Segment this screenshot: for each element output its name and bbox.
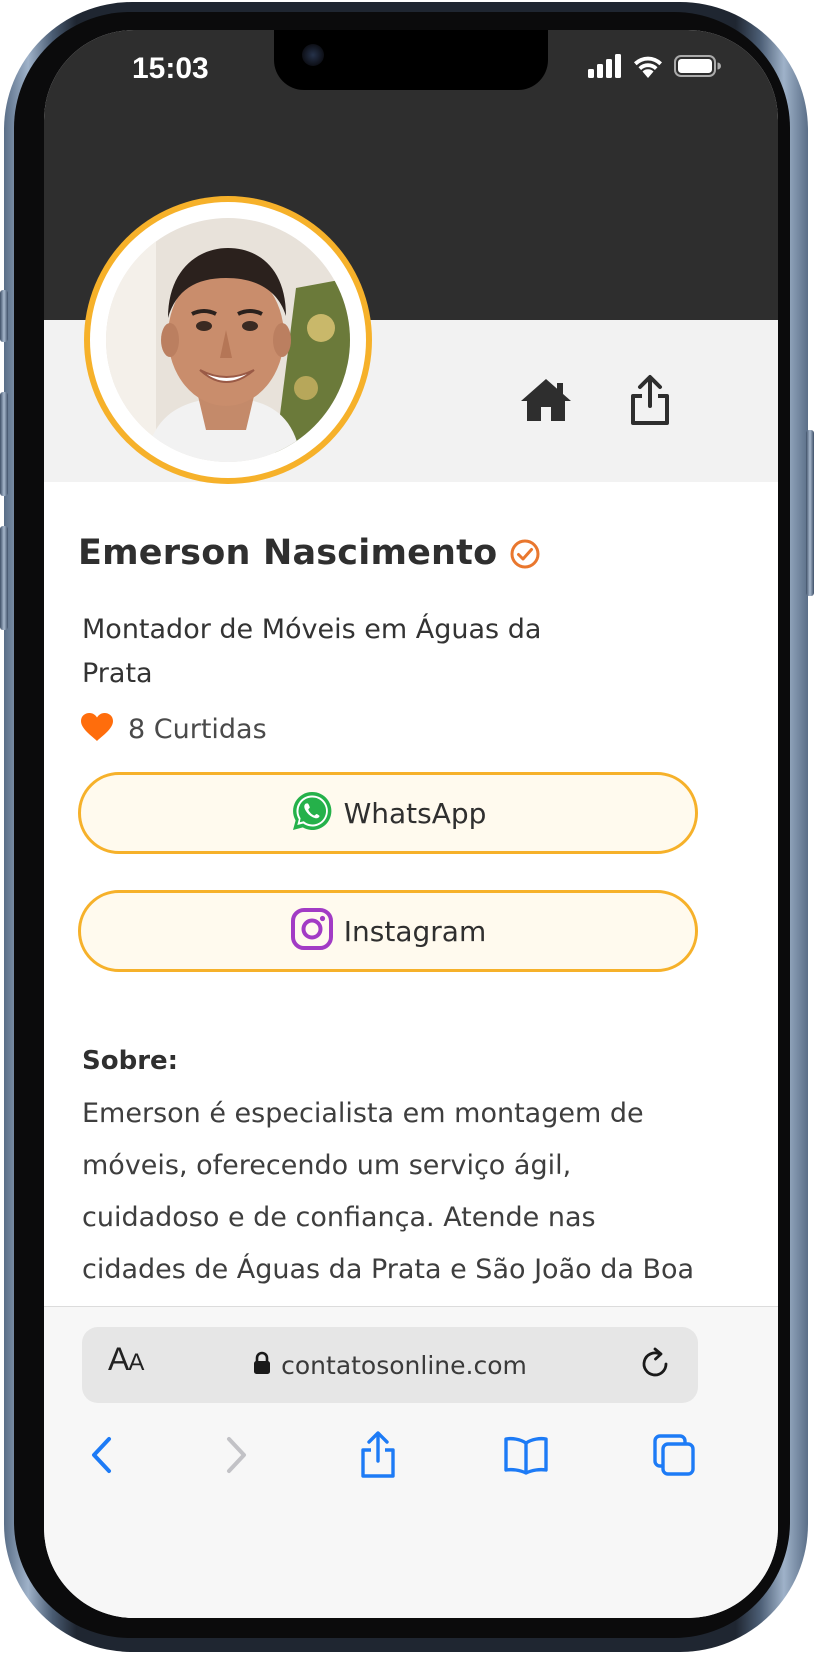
heart-icon (80, 712, 114, 746)
lock-icon (253, 1351, 271, 1379)
whatsapp-icon (290, 789, 334, 837)
about-title: Sobre: (82, 1046, 179, 1076)
volume-down-button (0, 526, 8, 630)
safari-bottom-bar: contatosonline.com AA (44, 1306, 778, 1618)
status-time: 15:03 (132, 52, 209, 85)
screen: 15:03 Emerson Nascimento Montador de Móv… (44, 30, 778, 1618)
wifi-icon (632, 54, 664, 82)
whatsapp-label: WhatsApp (343, 796, 487, 830)
power-button (806, 430, 814, 596)
forward-button[interactable] (206, 1427, 266, 1487)
volume-up-button (0, 392, 8, 496)
action-button (0, 290, 8, 342)
back-button[interactable] (72, 1427, 132, 1487)
home-icon (519, 377, 573, 427)
back-icon (89, 1435, 115, 1479)
reload-icon[interactable] (636, 1345, 674, 1387)
likes-count: 8 Curtidas (128, 713, 267, 745)
home-button[interactable] (514, 370, 578, 434)
instagram-button[interactable]: Instagram (78, 890, 698, 972)
dynamic-notch (274, 30, 548, 90)
profile-name: Emerson Nascimento (78, 533, 498, 573)
forward-icon (223, 1435, 249, 1479)
front-camera (302, 44, 324, 66)
share-icon (359, 1431, 397, 1483)
status-icons (588, 54, 722, 82)
instagram-label: Instagram (343, 914, 487, 948)
avatar-photo (106, 218, 350, 462)
bookmarks-icon (503, 1435, 549, 1479)
battery-icon (674, 54, 722, 82)
address-bar[interactable]: contatosonline.com AA (82, 1327, 698, 1403)
text-size-button[interactable]: AA (108, 1341, 144, 1378)
instagram-icon (290, 907, 334, 955)
url-text: contatosonline.com (281, 1350, 527, 1380)
avatar (84, 196, 372, 484)
bookmarks-button[interactable] (496, 1427, 556, 1487)
tabs-icon (652, 1433, 696, 1481)
cellular-signal-icon (588, 54, 622, 82)
share-button[interactable] (618, 370, 682, 434)
like-counter[interactable]: 8 Curtidas (80, 712, 267, 746)
safari-share-button[interactable] (348, 1427, 408, 1487)
profile-name-row: Emerson Nascimento (78, 532, 541, 574)
verified-badge-icon (509, 538, 541, 574)
profile-role: Montador de Móveis em Águas da Prata (82, 614, 542, 689)
tabs-button[interactable] (644, 1427, 704, 1487)
share-icon (629, 374, 671, 430)
about-text: Emerson é especialista em montagem de mó… (82, 1098, 695, 1285)
whatsapp-button[interactable]: WhatsApp (78, 772, 698, 854)
